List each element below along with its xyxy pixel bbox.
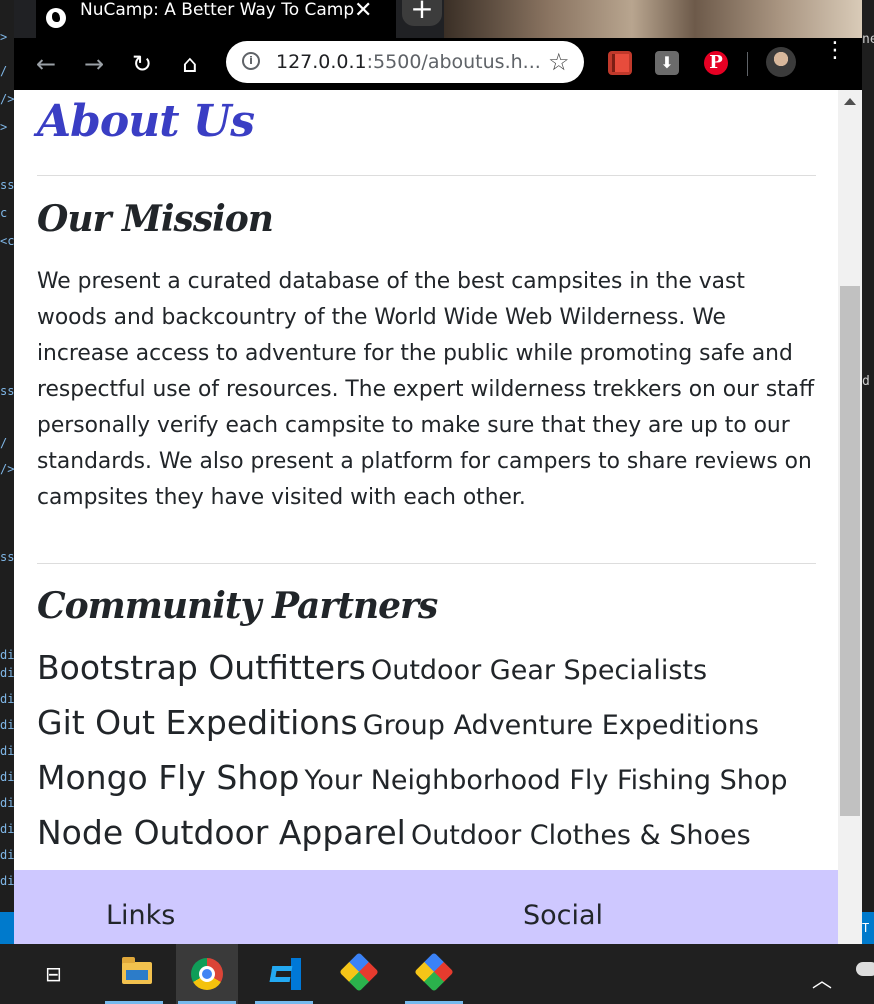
taskbar-gitkraken-2[interactable] xyxy=(403,944,465,1004)
book-extension-icon[interactable] xyxy=(608,51,632,75)
toolbar-divider xyxy=(747,52,748,76)
taskbar-file-explorer[interactable] xyxy=(103,944,165,1004)
code-fragment: T xyxy=(862,912,874,944)
code-fragment: <c xyxy=(0,234,14,248)
partner-name: Mongo Fly Shop xyxy=(37,758,300,797)
code-fragment: d xyxy=(862,374,870,389)
code-fragment: ss xyxy=(0,384,14,398)
code-fragment: di xyxy=(0,648,14,662)
task-view-icon[interactable]: ⊟ xyxy=(45,964,69,984)
code-fragment: ne xyxy=(862,32,874,47)
partner-item: Node Outdoor Apparel Outdoor Clothes & S… xyxy=(37,813,751,852)
partner-name: Node Outdoor Apparel xyxy=(37,813,406,852)
code-fragment: di xyxy=(0,744,14,758)
address-bar[interactable]: i 127.0.0.1:5500/aboutus.h... ☆ xyxy=(226,41,584,83)
code-fragment: di xyxy=(0,718,14,732)
download-extension-icon[interactable] xyxy=(655,51,679,75)
code-fragment: / xyxy=(0,64,8,78)
home-icon[interactable]: ⌂ xyxy=(174,48,206,80)
globe-icon xyxy=(46,8,66,28)
code-fragment: > xyxy=(0,30,8,44)
new-tab-button[interactable]: + xyxy=(402,0,442,26)
partner-name: Bootstrap Outfitters xyxy=(37,648,366,687)
browser-tab-bar: NuCamp: A Better Way To Camp ✕ + xyxy=(14,0,862,38)
chevron-up-icon[interactable]: ︿ xyxy=(812,964,832,993)
partner-item: Bootstrap Outfitters Outdoor Gear Specia… xyxy=(37,648,707,687)
code-fragment: di xyxy=(0,770,14,784)
gitkraken-icon xyxy=(339,952,379,992)
editor-status-band xyxy=(0,912,14,944)
forward-arrow-icon[interactable]: → xyxy=(78,48,110,80)
code-fragment: / xyxy=(0,436,8,450)
tab-title: NuCamp: A Better Way To Camp xyxy=(80,0,355,20)
partner-name: Git Out Expeditions xyxy=(37,703,358,742)
window-background-photo xyxy=(444,0,862,38)
divider xyxy=(37,175,816,176)
code-fragment: di xyxy=(0,796,14,810)
vscode-icon xyxy=(269,958,301,990)
reload-icon[interactable]: ↻ xyxy=(126,48,158,80)
back-arrow-icon[interactable]: ← xyxy=(30,48,62,80)
page-viewport: About Us Our Mission We present a curate… xyxy=(14,90,838,944)
onedrive-cloud-icon[interactable] xyxy=(856,962,874,976)
code-fragment: di xyxy=(0,692,14,706)
partners-heading: Community Partners xyxy=(37,585,438,627)
chrome-icon xyxy=(191,958,223,990)
mission-text: We present a curated database of the bes… xyxy=(37,269,815,510)
taskbar-gitkraken[interactable] xyxy=(328,944,390,1004)
code-fragment: di xyxy=(0,874,14,888)
mission-heading: Our Mission xyxy=(37,198,274,240)
partner-item: Git Out Expeditions Group Adventure Expe… xyxy=(37,703,759,742)
url-path: :5500/aboutus.h... xyxy=(366,51,541,73)
partner-description: Group Adventure Expeditions xyxy=(362,710,759,741)
browser-toolbar: ← → ↻ ⌂ i 127.0.0.1:5500/aboutus.h... ☆ … xyxy=(14,38,862,90)
profile-avatar[interactable] xyxy=(766,47,796,77)
site-footer: Links Social xyxy=(14,870,838,944)
code-fragment: > xyxy=(0,120,8,134)
footer-links-title: Links xyxy=(106,900,176,931)
code-fragment: ss xyxy=(0,550,14,564)
pinterest-extension-icon[interactable]: P xyxy=(704,51,728,75)
partner-description: Your Neighborhood Fly Fishing Shop xyxy=(304,765,788,796)
scroll-up-arrow-icon[interactable] xyxy=(844,98,856,105)
code-fragment: /> xyxy=(0,92,14,106)
url-host: 127.0.0.1 xyxy=(276,51,367,73)
taskbar-chrome[interactable] xyxy=(176,944,238,1004)
site-info-icon[interactable]: i xyxy=(242,52,260,70)
code-fragment: di xyxy=(0,848,14,862)
close-tab-icon[interactable]: ✕ xyxy=(354,0,372,23)
code-fragment: /> xyxy=(0,462,14,476)
partner-description: Outdoor Gear Specialists xyxy=(370,655,708,686)
code-fragment: ss xyxy=(0,178,14,192)
taskbar-vscode[interactable] xyxy=(253,944,315,1004)
editor-right-strip: ne d T xyxy=(862,0,874,944)
url-text: 127.0.0.1:5500/aboutus.h... xyxy=(276,41,541,83)
code-fragment: di xyxy=(0,822,14,836)
browser-tab-active[interactable]: NuCamp: A Better Way To Camp ✕ xyxy=(36,0,396,38)
os-taskbar: ⊟ ︿ xyxy=(0,944,874,1004)
scrollbar-thumb[interactable] xyxy=(840,286,860,816)
editor-left-strip: > / /> > ss c <c ss / /> ss di di di di … xyxy=(0,0,14,944)
partner-description: Outdoor Clothes & Shoes xyxy=(410,820,751,851)
folder-icon xyxy=(122,957,152,984)
bookmark-star-icon[interactable]: ☆ xyxy=(548,41,570,83)
page-title: About Us xyxy=(37,96,255,147)
browser-menu-icon[interactable]: ⋮ xyxy=(824,40,846,62)
divider xyxy=(37,563,816,564)
partner-item: Mongo Fly Shop Your Neighborhood Fly Fis… xyxy=(37,758,788,797)
page-scrollbar[interactable] xyxy=(838,90,862,944)
code-fragment: c xyxy=(0,206,8,220)
footer-social-title: Social xyxy=(523,900,604,931)
code-fragment: di xyxy=(0,666,14,680)
gitkraken-icon xyxy=(414,952,454,992)
